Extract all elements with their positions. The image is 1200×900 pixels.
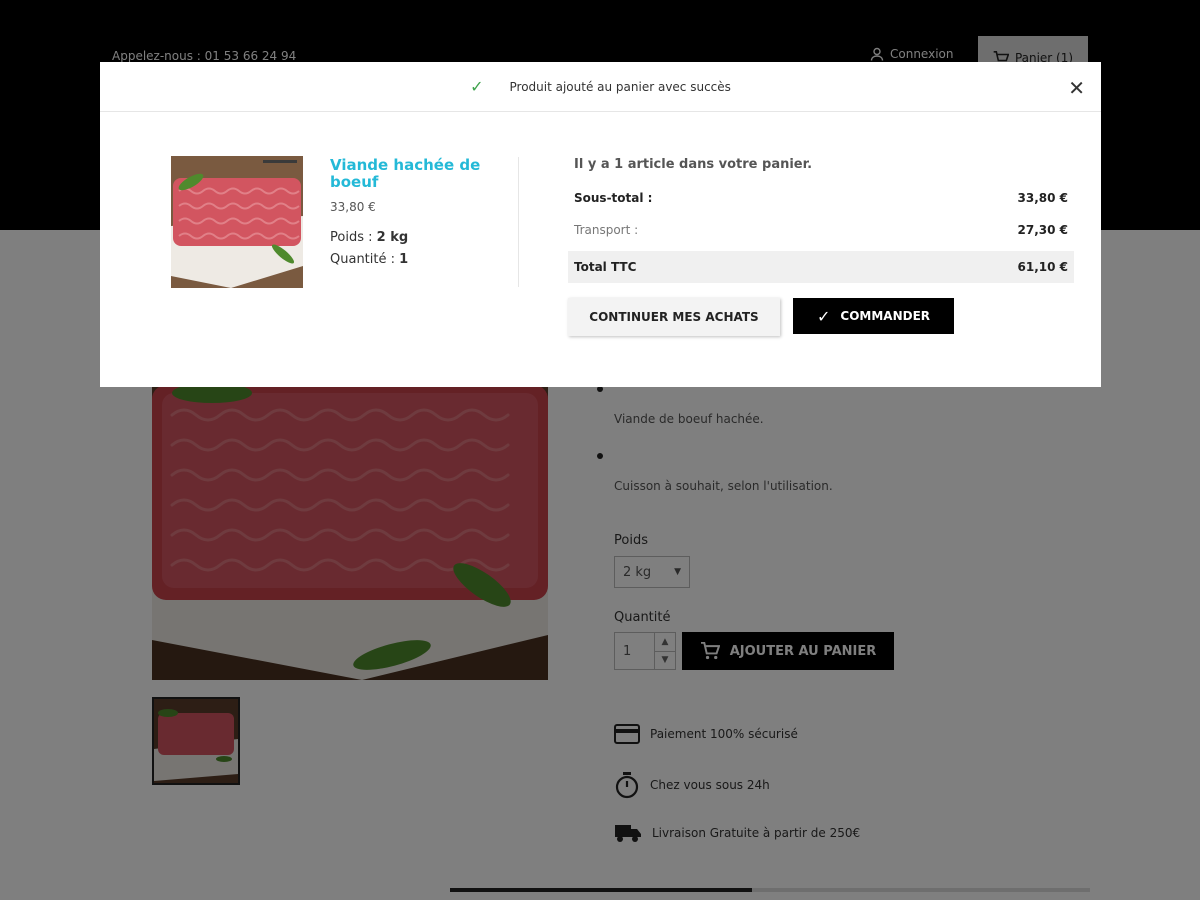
modal-title: Produit ajouté au panier avec succès — [509, 79, 731, 94]
check-icon: ✓ — [470, 77, 484, 96]
modal-header: ✓ Produit ajouté au panier avec succès ✕ — [100, 62, 1101, 112]
shipping-row: Transport : 27,30 € — [568, 214, 1074, 246]
subtotal-row: Sous-total : 33,80 € — [568, 182, 1074, 214]
check-icon: ✓ — [816, 306, 831, 326]
weight-attr-label: Poids : — [330, 230, 377, 245]
close-icon[interactable]: ✕ — [1068, 76, 1085, 100]
total-value: 61,10 € — [1017, 260, 1068, 274]
total-label: Total TTC — [574, 260, 637, 274]
checkout-label: COMMANDER — [840, 309, 931, 323]
modal-product-image — [171, 156, 303, 288]
modal-product-quantity: Quantité : 1 — [330, 252, 408, 267]
quantity-attr-label: Quantité : — [330, 252, 400, 267]
continue-shopping-button[interactable]: CONTINUER MES ACHATS — [568, 298, 780, 336]
modal-product-name: Viande hachée de boeuf — [330, 156, 481, 191]
subtotal-value: 33,80 € — [1017, 191, 1068, 205]
shipping-label: Transport : — [574, 223, 639, 237]
subtotal-label: Sous-total : — [574, 191, 653, 205]
checkout-button[interactable]: ✓ COMMANDER — [793, 298, 954, 334]
total-row: Total TTC 61,10 € — [568, 251, 1074, 283]
quantity-attr-value: 1 — [399, 252, 409, 267]
weight-attr-value: 2 kg — [376, 230, 409, 245]
cart-modal: ✓ Produit ajouté au panier avec succès ✕… — [100, 62, 1101, 387]
shipping-value: 27,30 € — [1017, 223, 1068, 237]
modal-product-price: 33,80 € — [330, 200, 376, 214]
cart-count-text: Il y a 1 article dans votre panier. — [574, 157, 813, 172]
modal-divider — [518, 157, 519, 287]
modal-product-weight: Poids : 2 kg — [330, 230, 408, 245]
